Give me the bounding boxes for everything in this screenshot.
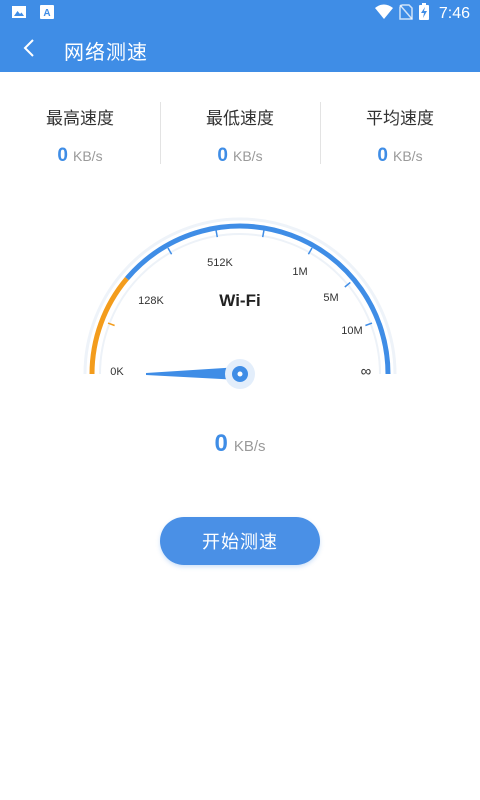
speedometer-gauge: 0K 128K 512K 1M 5M 10M ∞ Wi-Fi <box>83 217 397 389</box>
wifi-icon <box>374 4 393 25</box>
scale-label-128k: 128K <box>138 295 164 307</box>
page-title: 网络测速 <box>64 42 148 64</box>
scale-label-infinity: ∞ <box>361 363 372 380</box>
status-time: 7:46 <box>438 5 470 22</box>
text-a-icon: A <box>40 5 54 24</box>
avg-speed-label: 平均速度 <box>366 109 434 128</box>
min-speed-unit: KB/s <box>233 148 263 164</box>
max-speed-label: 最高速度 <box>46 109 114 128</box>
scale-label-1m: 1M <box>292 266 307 278</box>
no-sim-icon <box>399 3 413 25</box>
image-icon <box>12 5 26 24</box>
min-speed-value: 0 <box>217 145 228 166</box>
needle-hub-center <box>237 371 243 377</box>
scale-label-0k: 0K <box>110 366 124 378</box>
status-bar: A 7:46 <box>0 0 480 24</box>
avg-speed-unit: KB/s <box>393 148 423 164</box>
scale-label-10m: 10M <box>341 325 362 337</box>
avg-speed-value: 0 <box>377 145 388 166</box>
current-speed: 0 KB/s <box>0 430 480 458</box>
max-speed-stat: 最高速度 0 KB/s <box>0 100 160 166</box>
start-speed-test-button[interactable]: 开始测速 <box>160 517 320 565</box>
current-speed-unit: KB/s <box>233 438 266 455</box>
scale-label-5m: 5M <box>323 292 338 304</box>
battery-charging-icon <box>418 3 429 25</box>
max-speed-unit: KB/s <box>73 148 103 164</box>
max-speed-value: 0 <box>57 145 68 166</box>
min-speed-label: 最低速度 <box>206 109 274 128</box>
app-bar: 网络测速 <box>0 24 480 72</box>
chevron-left-icon <box>23 39 34 57</box>
svg-text:A: A <box>43 8 50 19</box>
min-speed-stat: 最低速度 0 KB/s <box>160 100 320 166</box>
back-button[interactable] <box>14 34 44 62</box>
scale-label-512k: 512K <box>207 257 233 269</box>
avg-speed-stat: 平均速度 0 KB/s <box>320 100 480 166</box>
current-speed-value: 0 <box>214 430 228 457</box>
network-type-label: Wi-Fi <box>219 291 260 310</box>
speed-stats: 最高速度 0 KB/s 最低速度 0 KB/s 平均速度 0 KB/s <box>0 100 480 166</box>
